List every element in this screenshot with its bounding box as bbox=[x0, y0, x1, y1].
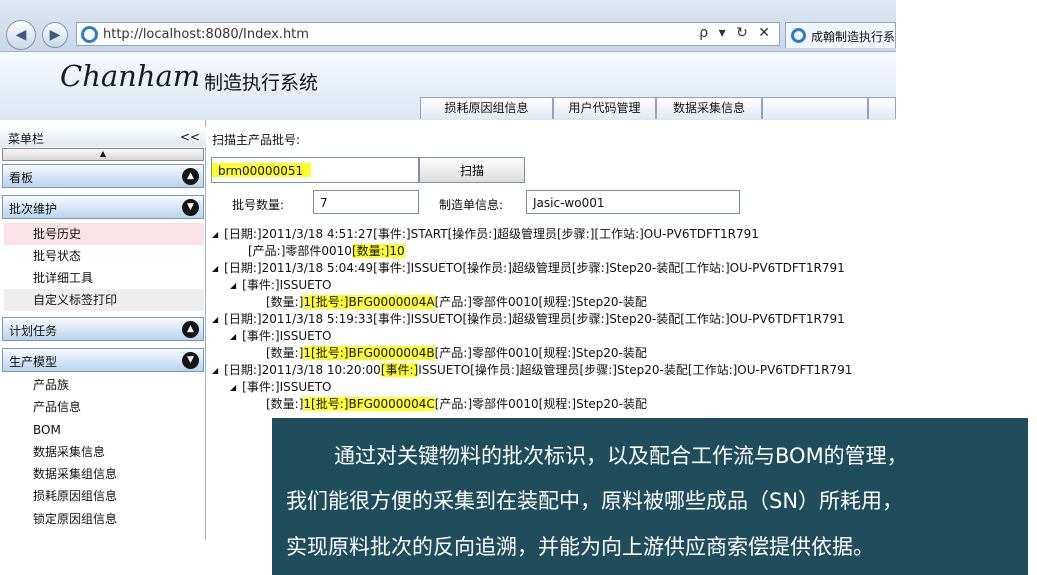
section-plan-label: 计划任务 bbox=[9, 324, 58, 338]
tree-node-text: [事件:]ISSUETO bbox=[242, 329, 332, 343]
tree-node-text: [日期:]2011/3/18 4:51:27[事件:]START[操作员:]超级… bbox=[224, 227, 759, 241]
menu-item-label-print[interactable]: 自定义标签打印 bbox=[4, 289, 204, 311]
tab-ie-icon bbox=[791, 28, 806, 43]
tab-loss-reason-group[interactable]: 损耗原因组信息 bbox=[420, 97, 553, 119]
browser-toolbar: ◀ ▶ http://localhost:8080/Index.htm ρ ▾ … bbox=[0, 0, 896, 52]
menu-item-product-family[interactable]: 产品族 bbox=[4, 374, 204, 396]
tree-node[interactable]: ◢ [日期:]2011/3/18 10:20:00[事件:]ISSUETO[操作员… bbox=[212, 361, 852, 378]
menu-item-data-collection-group[interactable]: 数据采集组信息 bbox=[4, 463, 204, 485]
tree-node[interactable]: ◢ [日期:]2011/3/18 5:19:33[事件:]ISSUETO[操作员:… bbox=[212, 310, 845, 327]
expand-triangle-icon[interactable]: ◢ bbox=[212, 230, 218, 239]
expand-triangle-icon[interactable]: ◢ bbox=[212, 366, 218, 375]
tab-empty-1[interactable] bbox=[762, 97, 868, 119]
menu-item-data-collection[interactable]: 数据采集信息 bbox=[4, 441, 204, 463]
tree-leaf-text: [产品:]零部件0010 bbox=[248, 244, 352, 258]
caption-line-1: 通过对关键物料的批次标识，以及配合工作流与BOM的管理， bbox=[334, 444, 908, 468]
tree-leaf[interactable]: [数量:]1[批号:]BFG0000004C[产品:]零部件0010[规程:]S… bbox=[266, 395, 647, 412]
tree-node-text: ISSUETO[操作员:]超级管理员[步骤:]Step20-装配[工作站:]OU… bbox=[418, 363, 853, 377]
section-kanban[interactable]: 看板 ▲ bbox=[2, 164, 204, 188]
back-button[interactable]: ◀ bbox=[6, 20, 36, 50]
tree-leaf-text: [产品:]零部件0010[规程:]Step20-装配 bbox=[434, 397, 648, 411]
sidebar-header: 菜单栏 << bbox=[0, 127, 206, 147]
expand-triangle-icon[interactable]: ◢ bbox=[212, 264, 218, 273]
browser-tab[interactable]: 成翰制造执行系 bbox=[785, 22, 896, 48]
batch-count-label: 批号数量: bbox=[232, 198, 285, 212]
scroll-up-button[interactable]: ▲ bbox=[2, 148, 204, 161]
menu-item-bom[interactable]: BOM bbox=[4, 419, 204, 441]
section-batch-label: 批次维护 bbox=[9, 202, 58, 216]
menu-item-batch-history[interactable]: 批号历史 bbox=[4, 223, 204, 245]
section-kanban-label: 看板 bbox=[9, 171, 34, 185]
tree-leaf-highlight: 1[批号:]BFG0000004C bbox=[303, 397, 435, 411]
caption-box: 通过对关键物料的批次标识，以及配合工作流与BOM的管理， 我们能很方便的采集到在… bbox=[272, 418, 1028, 575]
address-bar[interactable]: http://localhost:8080/Index.htm ρ ▾ ↻ ✕ bbox=[76, 22, 780, 46]
tree-node[interactable]: ◢ [事件:]ISSUETO bbox=[230, 378, 331, 395]
system-title: 制造执行系统 bbox=[204, 72, 319, 94]
expand-triangle-icon[interactable]: ◢ bbox=[230, 383, 236, 392]
tree-leaf-text: [产品:]零部件0010[规程:]Step20-装配 bbox=[434, 295, 647, 309]
chevron-down-icon: ▼ bbox=[182, 199, 199, 216]
tree-node[interactable]: ◢ [事件:]ISSUETO bbox=[230, 276, 331, 293]
tree-leaf-text: [数量:] bbox=[266, 346, 304, 360]
tree-node-text: [事件:]ISSUETO bbox=[242, 380, 332, 394]
tree-leaf-highlight: 1[批号:]BFG0000004B bbox=[303, 346, 435, 360]
caption-line-2: 我们能很方便的采集到在装配中，原料被哪些成品（SN）所耗用， bbox=[286, 489, 904, 513]
app-header: Chanham 制造执行系统 损耗原因组信息 用户代码管理 数据采集信息 bbox=[0, 52, 896, 120]
tree-node[interactable]: ◢ [事件:]ISSUETO bbox=[230, 327, 331, 344]
chevron-up-icon: ▲ bbox=[182, 321, 199, 338]
chevron-up-icon: ▲ bbox=[182, 168, 199, 185]
menu-item-batch-status[interactable]: 批号状态 bbox=[4, 245, 204, 267]
tab-data-collection[interactable]: 数据采集信息 bbox=[656, 97, 762, 119]
tree-leaf[interactable]: [产品:]零部件0010[数量:]10 bbox=[248, 242, 405, 259]
tree-node-text: [日期:]2011/3/18 10:20:00 bbox=[224, 363, 381, 377]
scan-input-value: brm00000051 bbox=[218, 164, 304, 178]
tab-empty-2[interactable] bbox=[868, 97, 896, 119]
tree-leaf-highlight: 1[批号:]BFG0000004A bbox=[303, 295, 435, 309]
tree-leaf-text: [产品:]零部件0010[规程:]Step20-装配 bbox=[434, 346, 647, 360]
section-plan[interactable]: 计划任务 ▲ bbox=[2, 317, 204, 341]
forward-button[interactable]: ▶ bbox=[42, 22, 68, 48]
order-label: 制造单信息: bbox=[439, 198, 504, 212]
tree-leaf[interactable]: [数量:]1[批号:]BFG0000004B[产品:]零部件0010[规程:]S… bbox=[266, 344, 647, 361]
section-model-label: 生产模型 bbox=[9, 355, 58, 369]
scan-label: 扫描主产品批号: bbox=[212, 133, 301, 147]
expand-triangle-icon[interactable]: ◢ bbox=[212, 315, 218, 324]
tree-node-text: [事件:]ISSUETO bbox=[242, 278, 332, 292]
sidebar-title: 菜单栏 bbox=[8, 132, 45, 146]
section-batch[interactable]: 批次维护 ▼ bbox=[2, 195, 204, 219]
menu-item-product-info[interactable]: 产品信息 bbox=[4, 396, 204, 418]
tree-node-text: [日期:]2011/3/18 5:04:49[事件:]ISSUETO[操作员:]… bbox=[224, 261, 845, 275]
expand-triangle-icon[interactable]: ◢ bbox=[230, 332, 236, 341]
menu-item-batch-detail[interactable]: 批详细工具 bbox=[4, 267, 204, 289]
sidebar: 菜单栏 << ▲ 看板 ▲ 批次维护 ▼ 批号历史 批号状态 批详细工具 自定义… bbox=[0, 120, 206, 540]
menu-item-loss-reason-group[interactable]: 损耗原因组信息 bbox=[4, 485, 204, 507]
expand-triangle-icon[interactable]: ◢ bbox=[230, 281, 236, 290]
tree-node[interactable]: ◢ [日期:]2011/3/18 4:51:27[事件:]START[操作员:]超… bbox=[212, 225, 759, 242]
section-model[interactable]: 生产模型 ▼ bbox=[2, 348, 204, 372]
address-tools[interactable]: ρ ▾ ↻ ✕ bbox=[699, 25, 773, 41]
ie-icon bbox=[81, 26, 98, 43]
sidebar-collapse-button[interactable]: << bbox=[180, 130, 200, 144]
logo: Chanham bbox=[60, 59, 201, 93]
tree-node-highlight: [事件:] bbox=[380, 363, 419, 377]
tab-user-code[interactable]: 用户代码管理 bbox=[553, 97, 656, 119]
tree-leaf-highlight: [数量:]10 bbox=[351, 244, 405, 258]
tab-title: 成翰制造执行系 bbox=[811, 30, 896, 44]
chevron-down-icon: ▼ bbox=[182, 352, 199, 369]
tree-leaf[interactable]: [数量:]1[批号:]BFG0000004A[产品:]零部件0010[规程:]S… bbox=[266, 293, 647, 310]
scan-button[interactable]: 扫描 bbox=[419, 157, 525, 183]
tree-leaf-text: [数量:] bbox=[266, 397, 304, 411]
tree-leaf-text: [数量:] bbox=[266, 295, 304, 309]
caption-line-3: 实现原料批次的反向追溯，并能为向上游供应商索偿提供依据。 bbox=[286, 535, 874, 559]
tree-node-text: [日期:]2011/3/18 5:19:33[事件:]ISSUETO[操作员:]… bbox=[224, 312, 845, 326]
address-text: http://localhost:8080/Index.htm bbox=[103, 27, 309, 42]
order-field[interactable]: Jasic-wo001 bbox=[526, 190, 740, 214]
tree-node[interactable]: ◢ [日期:]2011/3/18 5:04:49[事件:]ISSUETO[操作员:… bbox=[212, 259, 845, 276]
menu-item-lock-reason-group[interactable]: 锁定原因组信息 bbox=[4, 508, 204, 530]
batch-count-field[interactable]: 7 bbox=[313, 190, 419, 214]
